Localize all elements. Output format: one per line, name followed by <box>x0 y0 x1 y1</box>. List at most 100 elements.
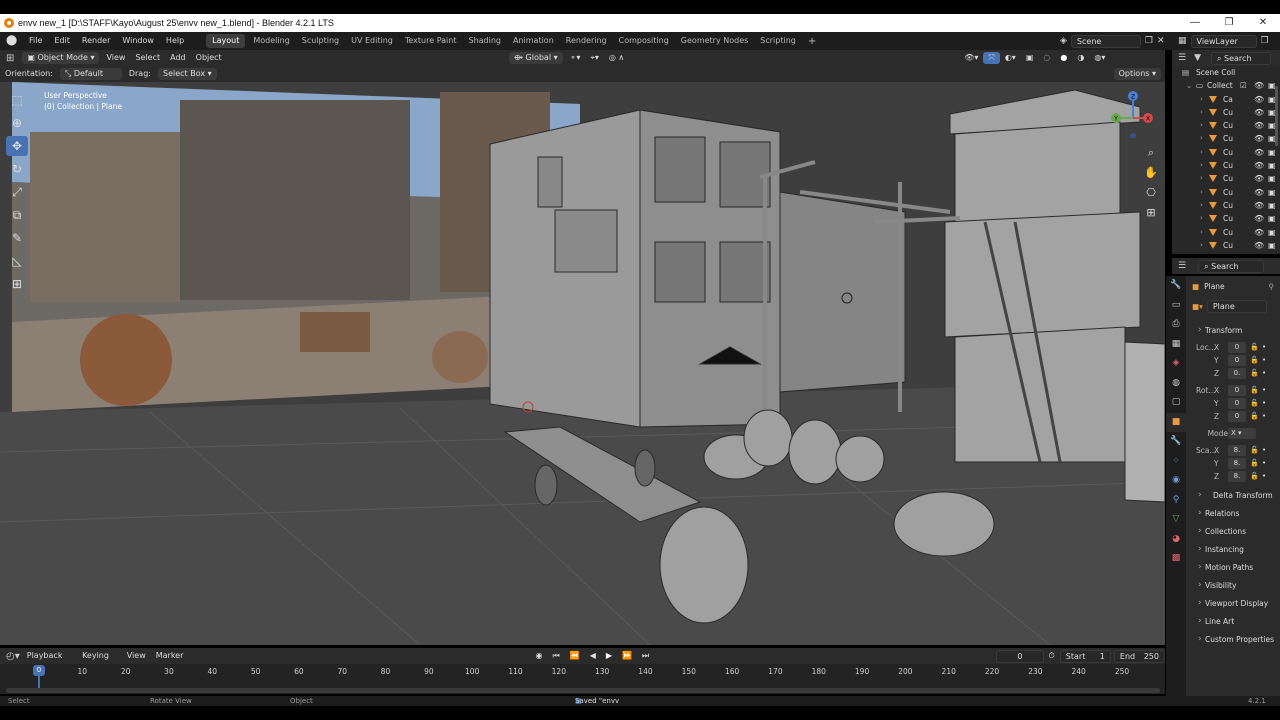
outliner-item[interactable]: › Cu 👁 ▣ <box>1172 119 1280 132</box>
delta-transform-header[interactable]: Delta Transform <box>1186 487 1280 504</box>
item-eye-icon[interactable]: 👁 <box>1254 212 1264 225</box>
panel-collections[interactable]: Collections <box>1186 523 1280 540</box>
lock-icon[interactable]: 🔓 <box>1250 470 1259 483</box>
collection-expand-icon[interactable]: ⌄ <box>1186 79 1192 92</box>
rotation-field[interactable]: 0 <box>1228 411 1246 422</box>
viewport-menu-add[interactable]: Add <box>165 50 191 66</box>
outliner-editor-icon[interactable]: ☰ <box>1178 53 1186 63</box>
timeline-menu-view[interactable]: View <box>122 648 151 664</box>
item-expand-icon[interactable]: › <box>1200 239 1203 252</box>
view-layer-tab-icon[interactable]: ▦ <box>1166 335 1186 355</box>
transform-orientation-dropdown[interactable]: ⟴ Global ▾ <box>508 52 563 64</box>
properties-panel[interactable]: ■ Plane ⚲ ■▾ Plane Transform Loc...X0🔓•Y… <box>1186 276 1280 696</box>
viewport-menu-view[interactable]: View <box>101 50 130 66</box>
item-expand-icon[interactable]: › <box>1200 93 1203 106</box>
jump-end-icon[interactable]: ⏭ <box>637 648 654 664</box>
keyframe-dot-icon[interactable]: • <box>1262 367 1266 380</box>
transform-panel-header[interactable]: Transform <box>1186 322 1280 339</box>
tab-modeling[interactable]: Modeling <box>247 32 295 50</box>
world-tab-icon[interactable]: ◍ <box>1166 374 1186 394</box>
pin-icon[interactable]: ⚲ <box>1269 282 1275 291</box>
outliner-item[interactable]: › Cu 👁 ▣ <box>1172 106 1280 119</box>
navigation-gizmo[interactable]: Z X Y <box>1108 88 1158 138</box>
mode-dropdown[interactable]: ▣ Object Mode ▾ <box>22 52 100 64</box>
panel-custom-properties[interactable]: Custom Properties <box>1186 631 1280 648</box>
collection-eye-icon[interactable]: 👁 <box>1254 79 1264 92</box>
output-tab-icon[interactable]: ⎙ <box>1166 315 1186 335</box>
item-expand-icon[interactable]: › <box>1200 199 1203 212</box>
panel-instancing[interactable]: Instancing <box>1186 541 1280 558</box>
item-expand-icon[interactable]: › <box>1200 106 1203 119</box>
lock-icon[interactable]: 🔓 <box>1250 397 1259 410</box>
tab-uv-editing[interactable]: UV Editing <box>345 32 399 50</box>
scale-field[interactable]: 8. <box>1228 471 1246 482</box>
lock-icon[interactable]: 🔓 <box>1250 367 1259 380</box>
constraints-tab-icon[interactable]: ⚲ <box>1166 491 1186 511</box>
select-box-tool-icon[interactable]: ⬚ <box>6 90 28 110</box>
ortho-grid-icon[interactable]: ⊞ <box>1143 206 1159 224</box>
item-camera-icon[interactable]: ▣ <box>1268 226 1276 239</box>
new-scene-icon[interactable]: ❐ <box>1145 36 1153 46</box>
shading-wireframe-icon[interactable]: ◌ <box>1038 50 1055 66</box>
snap-icon[interactable]: ⌖▾ <box>585 50 604 66</box>
3d-viewport[interactable] <box>0 82 1165 645</box>
playhead-marker[interactable]: 0 <box>33 665 45 676</box>
close-button[interactable]: ✕ <box>1246 14 1280 32</box>
proportional-edit-icon[interactable]: ◎ ∧ <box>604 50 629 66</box>
rotate-tool-icon[interactable]: ↻ <box>6 159 28 179</box>
orientation-dropdown[interactable]: ⤡ Default <box>59 68 122 80</box>
outliner-item[interactable]: › Ca 👁 ▣ <box>1172 93 1280 106</box>
new-viewlayer-icon[interactable]: ❐ <box>1261 36 1269 46</box>
tab-layout[interactable]: Layout <box>206 34 246 48</box>
item-camera-icon[interactable]: ▣ <box>1268 146 1276 159</box>
lock-icon[interactable]: 🔓 <box>1250 410 1259 423</box>
tool-tab-icon[interactable]: 🔧 <box>1166 276 1186 296</box>
collection-checkbox-icon[interactable]: ☑ <box>1240 79 1247 92</box>
lock-icon[interactable]: 🔓 <box>1250 384 1259 397</box>
tab-animation[interactable]: Animation <box>507 32 560 50</box>
jump-keyframe-forward-icon[interactable]: ⏩ <box>617 648 637 664</box>
item-eye-icon[interactable]: 👁 <box>1254 239 1264 252</box>
properties-search-input[interactable]: ⌕ Search <box>1198 259 1265 273</box>
menu-render[interactable]: Render <box>76 32 116 50</box>
pan-hand-icon[interactable]: ✋ <box>1143 166 1159 184</box>
viewport-menu-select[interactable]: Select <box>130 50 165 66</box>
scene-tab-icon[interactable]: ◈ <box>1166 354 1186 374</box>
rotation-field[interactable]: 0 <box>1228 398 1246 409</box>
keyframe-dot-icon[interactable]: • <box>1262 444 1266 457</box>
item-expand-icon[interactable]: › <box>1200 159 1203 172</box>
building-mesh[interactable] <box>489 109 906 428</box>
tab-shading[interactable]: Shading <box>462 32 507 50</box>
item-expand-icon[interactable]: › <box>1200 186 1203 199</box>
item-eye-icon[interactable]: 👁 <box>1254 159 1264 172</box>
item-camera-icon[interactable]: ▣ <box>1268 239 1276 252</box>
timeline-scrollbar[interactable] <box>6 688 1160 693</box>
add-workspace-button[interactable]: + <box>802 36 822 47</box>
item-eye-icon[interactable]: 👁 <box>1254 172 1264 185</box>
lock-icon[interactable]: 🔓 <box>1250 444 1259 457</box>
item-eye-icon[interactable]: 👁 <box>1254 106 1264 119</box>
move-tool-icon[interactable]: ✥ <box>6 136 28 156</box>
current-frame-field[interactable]: 0 <box>996 649 1044 663</box>
outliner-item[interactable]: › Cu 👁 ▣ <box>1172 159 1280 172</box>
filter-icon[interactable]: ▼ <box>1194 53 1201 63</box>
transform-tool-icon[interactable]: ⧉ <box>6 205 28 225</box>
panel-viewport-display[interactable]: Viewport Display <box>1186 595 1280 612</box>
tower-mesh[interactable] <box>944 89 1165 503</box>
keyframe-dot-icon[interactable]: • <box>1262 457 1266 470</box>
scale-field[interactable]: 8. <box>1228 445 1246 456</box>
scale-field[interactable]: 8. <box>1228 458 1246 469</box>
item-camera-icon[interactable]: ▣ <box>1268 186 1276 199</box>
modifier-tab-icon[interactable]: 🔧 <box>1166 432 1186 452</box>
item-expand-icon[interactable]: › <box>1200 119 1203 132</box>
scale-tool-icon[interactable]: ⤢ <box>6 182 28 202</box>
outliner-item[interactable]: › Cu 👁 ▣ <box>1172 146 1280 159</box>
outliner-search-input[interactable]: ⌕ Search <box>1211 51 1271 65</box>
keyframe-dot-icon[interactable]: • <box>1262 384 1266 397</box>
tab-texture-paint[interactable]: Texture Paint <box>399 32 463 50</box>
viewport-scene[interactable] <box>0 82 1165 645</box>
item-expand-icon[interactable]: › <box>1200 146 1203 159</box>
location-field[interactable]: 0. <box>1228 368 1246 379</box>
shading-rendered-icon[interactable]: ◍▾ <box>1089 50 1110 66</box>
keyframe-dot-icon[interactable]: • <box>1262 470 1266 483</box>
